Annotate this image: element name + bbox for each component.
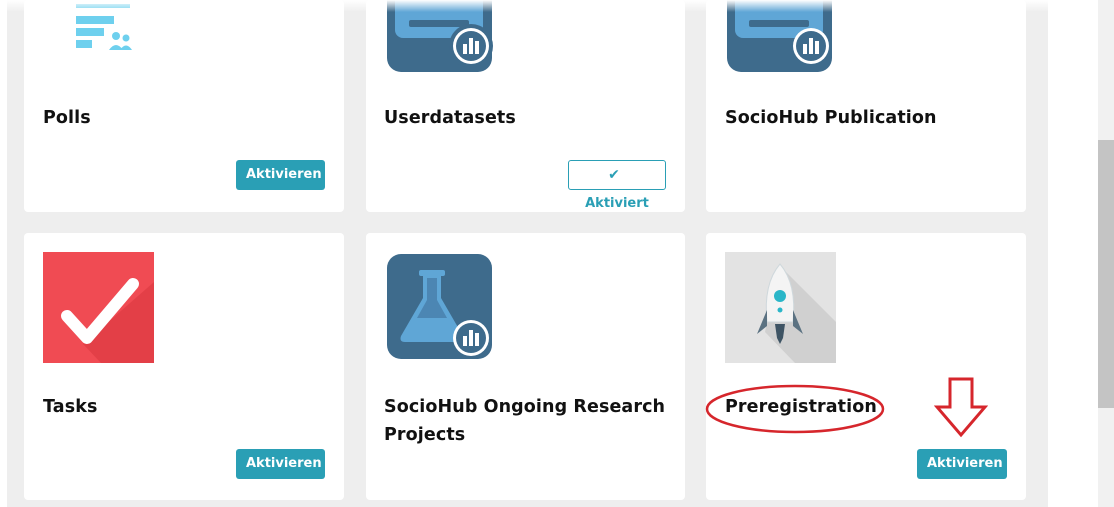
- card-title-line: SocioHub Ongoing Research: [384, 397, 666, 417]
- checkmark-icon: ✔: [608, 167, 620, 183]
- app-card-tasks: Tasks Aktivieren: [24, 233, 344, 500]
- card-title: Preregistration: [725, 397, 877, 417]
- card-title-line: Projects: [384, 425, 466, 445]
- activated-label: Aktiviert: [585, 196, 649, 211]
- app-card-userdatasets: Userdatasets ✔ Aktiviert: [366, 0, 685, 212]
- flask-icon: [387, 254, 495, 362]
- card-title: SocioHub Publication: [725, 108, 937, 128]
- app-card-polls: Polls Aktivieren: [24, 0, 344, 212]
- app-card-sociohub-publication: SocioHub Publication: [706, 0, 1026, 212]
- rocket-icon: [725, 252, 836, 363]
- app-card-preregistration: Preregistration Aktivieren: [706, 233, 1026, 500]
- card-title: SocioHub Ongoing Research Projects: [384, 393, 665, 449]
- activated-button[interactable]: ✔ Aktiviert: [568, 160, 666, 211]
- card-title: Polls: [43, 108, 91, 128]
- app-card-sociohub-ongoing-research: SocioHub Ongoing Research Projects: [366, 233, 685, 500]
- scrollbar-thumb[interactable]: [1098, 140, 1114, 408]
- card-title: Userdatasets: [384, 108, 516, 128]
- card-title: Tasks: [43, 397, 98, 417]
- checkmark-icon: [43, 252, 154, 363]
- top-fade: [7, 0, 1048, 12]
- activate-button[interactable]: Aktivieren: [236, 160, 325, 190]
- activate-button[interactable]: Aktivieren: [917, 449, 1007, 479]
- activate-button[interactable]: Aktivieren: [236, 449, 325, 479]
